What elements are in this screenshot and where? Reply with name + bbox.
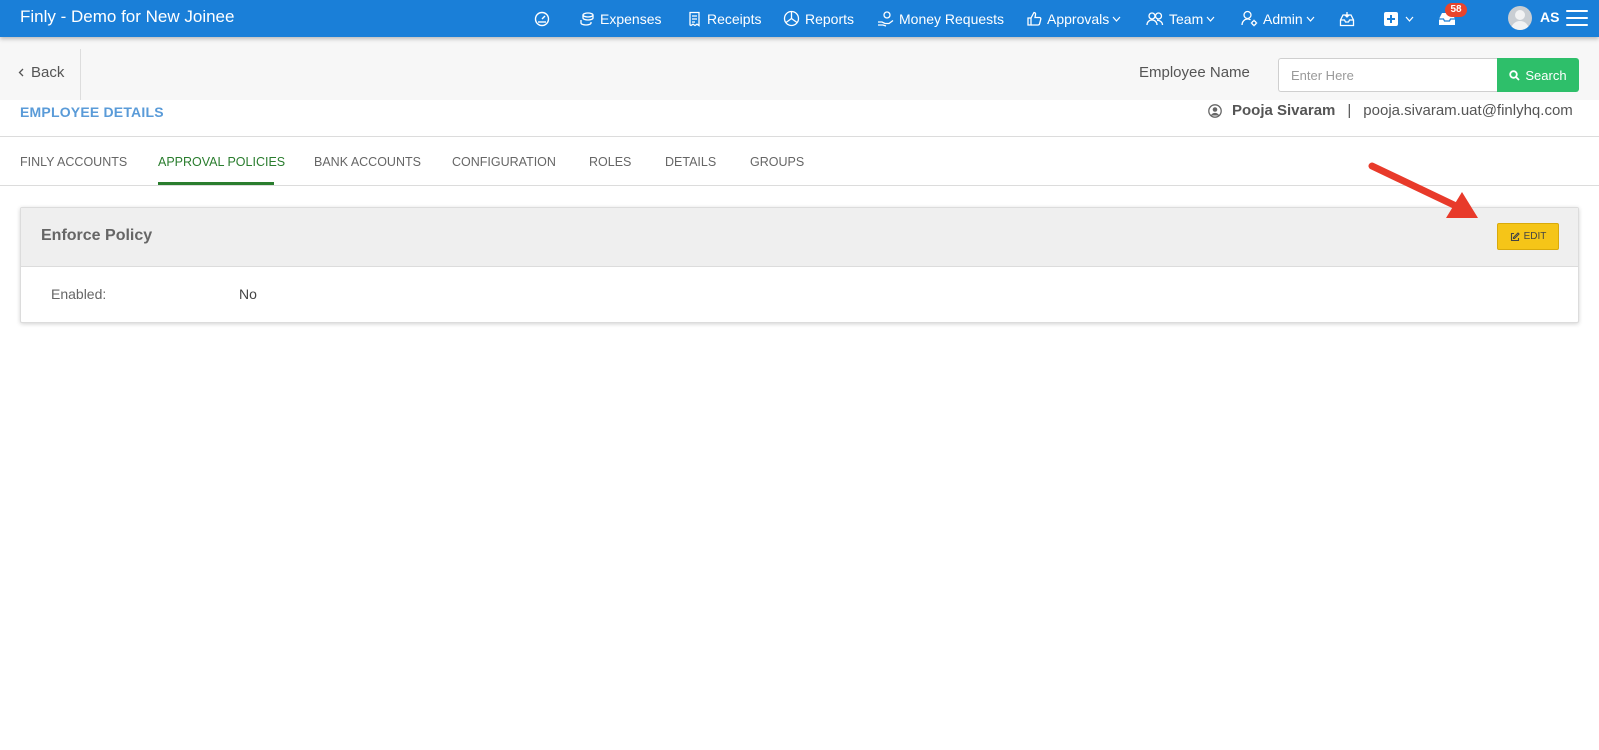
nav-tray[interactable] xyxy=(1339,0,1355,37)
user-initials[interactable]: AS xyxy=(1540,9,1559,25)
avatar[interactable] xyxy=(1508,6,1532,30)
nav-reports-label: Reports xyxy=(805,10,855,27)
employee-name-label: Employee Name xyxy=(1139,64,1250,81)
receipt-icon xyxy=(689,11,700,27)
edit-button-label: EDIT xyxy=(1523,231,1547,242)
nav-approvals-label: Approvals xyxy=(1047,10,1110,27)
nav-expenses-label: Expenses xyxy=(600,10,662,27)
chevron-down-icon xyxy=(1306,16,1315,22)
back-button[interactable]: Back xyxy=(18,64,64,81)
back-label: Back xyxy=(31,64,65,81)
nav-reports[interactable]: Reports xyxy=(783,0,854,37)
tray-icon xyxy=(1339,11,1355,26)
chevron-down-icon xyxy=(1206,16,1215,22)
chevron-left-icon xyxy=(18,68,24,77)
employee-search-input[interactable] xyxy=(1278,58,1497,92)
nav-money-requests-label: Money Requests xyxy=(899,10,1005,27)
tab-finly-accounts[interactable]: FINLY ACCOUNTS xyxy=(20,155,127,169)
nav-receipts-label: Receipts xyxy=(707,10,762,27)
card-title: Enforce Policy xyxy=(41,227,153,244)
nav-admin[interactable]: Admin xyxy=(1241,0,1315,37)
users-icon xyxy=(1146,12,1164,26)
nav-team-label: Team xyxy=(1169,10,1204,27)
employee-name: Pooja Sivaram xyxy=(1232,102,1336,119)
hamburger-menu-icon[interactable] xyxy=(1566,10,1588,27)
nav-expenses[interactable]: Expenses xyxy=(579,0,661,37)
search-button[interactable]: Search xyxy=(1497,58,1579,92)
enforce-policy-card: Enforce Policy EDIT Enabled: No xyxy=(20,207,1579,323)
user-circle-icon xyxy=(1208,103,1222,118)
enabled-label: Enabled: xyxy=(51,286,107,302)
tab-roles[interactable]: ROLES xyxy=(589,155,631,169)
app-title[interactable]: Finly - Demo for New Joinee xyxy=(20,7,234,27)
sub-header: Back Employee Name Search xyxy=(0,37,1599,100)
tab-bank-accounts[interactable]: BANK ACCOUNTS xyxy=(314,155,421,169)
nav-money-requests[interactable]: Money Requests xyxy=(877,0,1004,37)
tab-configuration[interactable]: CONFIGURATION xyxy=(452,155,556,169)
search-icon xyxy=(1509,69,1521,81)
nav-approvals[interactable]: Approvals xyxy=(1026,0,1121,37)
user-gear-icon xyxy=(1241,10,1258,27)
nav-admin-label: Admin xyxy=(1263,10,1303,27)
enabled-value: No xyxy=(239,286,257,302)
pie-chart-icon xyxy=(783,10,800,27)
nav-dashboard[interactable] xyxy=(534,0,550,37)
chevron-down-icon xyxy=(1112,16,1121,22)
edit-icon xyxy=(1510,231,1520,241)
card-header: Enforce Policy EDIT xyxy=(21,208,1578,267)
notification-count-badge: 58 xyxy=(1445,3,1467,17)
nav-team[interactable]: Team xyxy=(1146,0,1215,37)
divider xyxy=(0,136,1599,137)
gauge-icon xyxy=(534,11,550,26)
add-new-button[interactable] xyxy=(1383,0,1414,37)
tab-details[interactable]: DETAILS xyxy=(665,155,716,169)
tab-groups[interactable]: GROUPS xyxy=(750,155,804,169)
edit-button[interactable]: EDIT xyxy=(1497,223,1559,250)
divider xyxy=(80,49,81,100)
page-title: EMPLOYEE DETAILS xyxy=(20,104,164,120)
employee-identity: Pooja Sivaram | pooja.sivaram.uat@finlyh… xyxy=(1208,102,1573,119)
plus-square-icon xyxy=(1384,11,1398,26)
nav-receipts[interactable]: Receipts xyxy=(687,0,761,37)
search-button-label: Search xyxy=(1525,67,1567,83)
tab-approval-policies[interactable]: APPROVAL POLICIES xyxy=(158,155,285,169)
divider xyxy=(0,185,1599,186)
chevron-down-icon xyxy=(1405,16,1414,22)
thumbs-up-icon xyxy=(1027,11,1042,26)
hand-money-icon xyxy=(878,10,894,27)
coins-icon xyxy=(580,11,594,26)
separator: | xyxy=(1347,102,1352,119)
employee-email: pooja.sivaram.uat@finlyhq.com xyxy=(1363,102,1573,119)
top-nav-bar: Finly - Demo for New Joinee Expenses Rec… xyxy=(0,0,1599,37)
